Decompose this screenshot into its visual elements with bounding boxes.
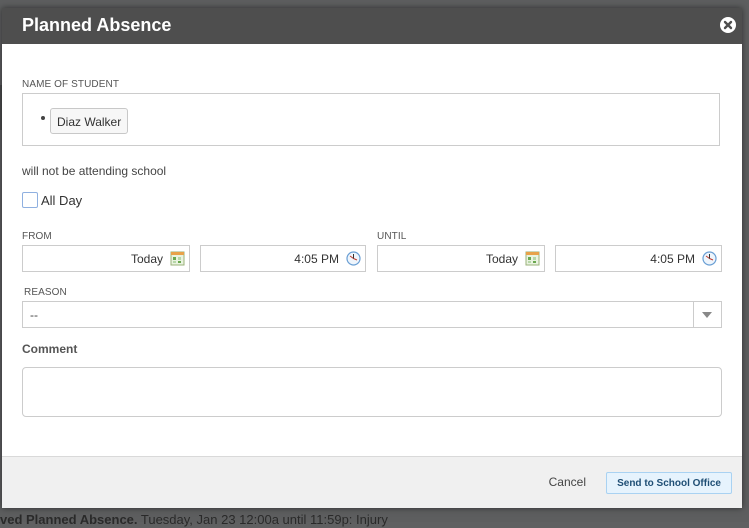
dialog-header: Planned Absence (2, 8, 742, 44)
from-time-value: 4:05 PM (294, 252, 339, 266)
clock-icon[interactable] (702, 251, 717, 266)
reason-selected-value: -- (30, 308, 38, 322)
comment-input[interactable] (22, 367, 722, 417)
until-time-value: 4:05 PM (650, 252, 695, 266)
clock-icon[interactable] (346, 251, 361, 266)
calendar-icon[interactable] (170, 251, 185, 266)
planned-absence-dialog: Planned Absence Name of Student Diaz Wal… (2, 8, 742, 508)
background-absence-title: ved Planned Absence. (0, 512, 138, 527)
all-day-label[interactable]: All Day (41, 193, 82, 208)
dialog-title: Planned Absence (22, 15, 172, 35)
from-date-value: Today (130, 252, 163, 266)
until-label: Until (377, 231, 407, 242)
close-button[interactable] (720, 17, 736, 33)
reason-label: Reason (24, 287, 67, 298)
bullet-icon (41, 116, 45, 120)
student-label: Name of Student (22, 79, 120, 90)
background-absence-entry: ved Planned Absence. Tuesday, Jan 23 12:… (0, 512, 749, 528)
calendar-icon[interactable] (525, 251, 540, 266)
until-date-value: Today (485, 252, 518, 266)
until-date-input[interactable]: Today (377, 245, 545, 272)
close-icon (723, 20, 733, 30)
attending-text: will not be attending school (22, 164, 167, 178)
reason-select[interactable]: -- (22, 301, 722, 328)
dialog-footer: Cancel Send to School Office (2, 456, 742, 508)
from-label: From (22, 231, 52, 242)
student-chip[interactable]: Diaz Walker (50, 108, 129, 134)
dialog-body: Name of Student Diaz Walker will not be … (2, 44, 742, 456)
student-list[interactable]: Diaz Walker (22, 93, 720, 146)
from-date-input[interactable]: Today (22, 245, 190, 272)
comment-label: Comment (22, 342, 78, 356)
all-day-checkbox[interactable] (22, 192, 38, 208)
chevron-down-icon (702, 312, 712, 318)
until-time-input[interactable]: 4:05 PM (555, 245, 722, 272)
send-to-school-office-button[interactable]: Send to School Office (606, 472, 732, 494)
cancel-button[interactable]: Cancel (549, 475, 586, 489)
from-time-input[interactable]: 4:05 PM (200, 245, 366, 272)
background-absence-detail: Tuesday, Jan 23 12:00a until 11:59p: Inj… (137, 512, 388, 527)
reason-dropdown-toggle[interactable] (693, 302, 721, 327)
